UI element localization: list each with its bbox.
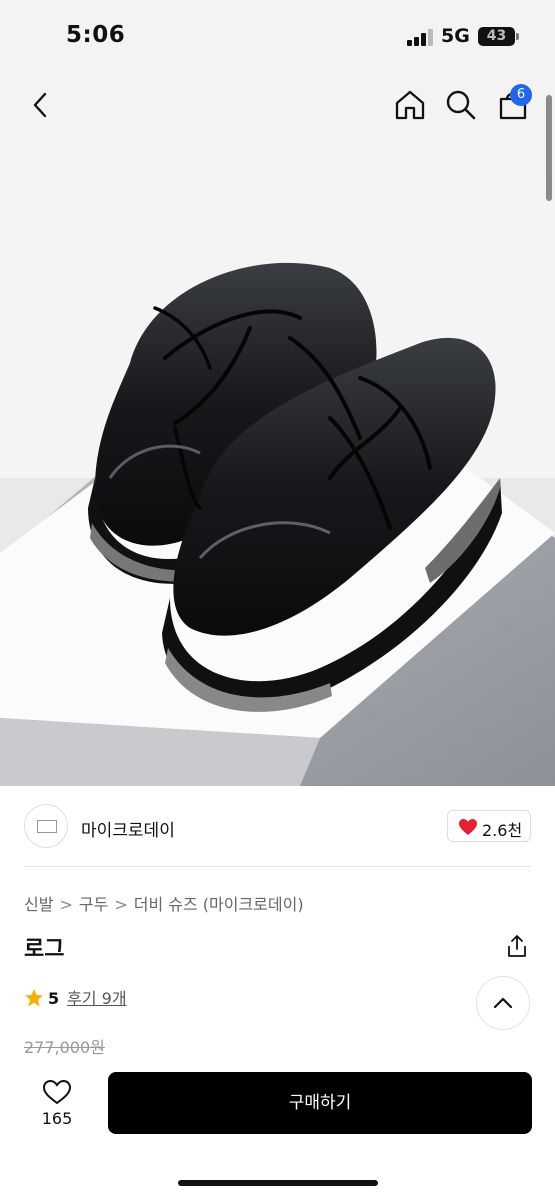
search-button[interactable] [445,88,477,122]
rating-score: 5 [48,989,60,1008]
rating-row: 5 후기 9개 [24,985,127,1009]
buy-button[interactable]: 구매하기 [108,1072,532,1134]
home-icon [395,90,425,120]
network-label: 5G [441,25,470,47]
product-image[interactable] [0,178,555,786]
breadcrumb-separator: > [114,895,128,914]
shop-name[interactable]: 마이크로데이 [81,816,175,841]
breadcrumb: 신발 > 구두 > 더비 슈즈 (마이크로데이) [24,891,304,915]
product-detail: 마이크로데이 2.6천 신발 > 구두 > 더비 슈즈 (마이크로데이) 로그 5 후기 … [0,786,555,1200]
breadcrumb-item-1[interactable]: 신발 [24,895,53,914]
heart-icon [459,819,477,835]
battery-icon: 43 [478,27,515,46]
original-price: 277,000원 [24,1038,105,1057]
product-photo [0,178,555,786]
shop-like-button[interactable]: 2.6천 [447,810,531,842]
nav-bar [0,70,555,140]
back-button[interactable] [26,88,56,122]
reviews-link[interactable]: 후기 9개 [67,989,126,1008]
back-icon [33,92,47,118]
share-icon [508,935,526,957]
heart-icon [42,1079,72,1105]
wishlist-button[interactable]: 165 [30,1076,84,1132]
scroll-indicator[interactable] [546,95,552,201]
breadcrumb-item-3[interactable]: 더비 슈즈 (마이크로데이) [134,895,304,914]
home-button[interactable] [393,88,427,122]
battery-cap [516,33,519,40]
breadcrumb-item-2[interactable]: 구두 [79,895,108,914]
scroll-top-button[interactable] [476,976,530,1030]
search-icon [446,90,476,120]
cart-count-badge: 6 [510,84,532,106]
divider [24,866,531,867]
shop-like-count: 2.6천 [482,821,523,840]
status-time: 5:06 [66,22,126,48]
shop-logo[interactable] [24,804,68,848]
battery-level: 43 [486,28,507,44]
product-title: 로그 [24,937,65,962]
star-icon [25,989,43,1007]
chevron-up-icon [493,997,513,1009]
signal-icon [407,29,433,46]
share-button[interactable] [506,934,528,958]
home-indicator[interactable] [178,1180,378,1186]
status-bar: 5:06 5G 43 [0,0,555,70]
breadcrumb-separator: > [59,895,73,914]
wishlist-count: 165 [41,1109,73,1128]
